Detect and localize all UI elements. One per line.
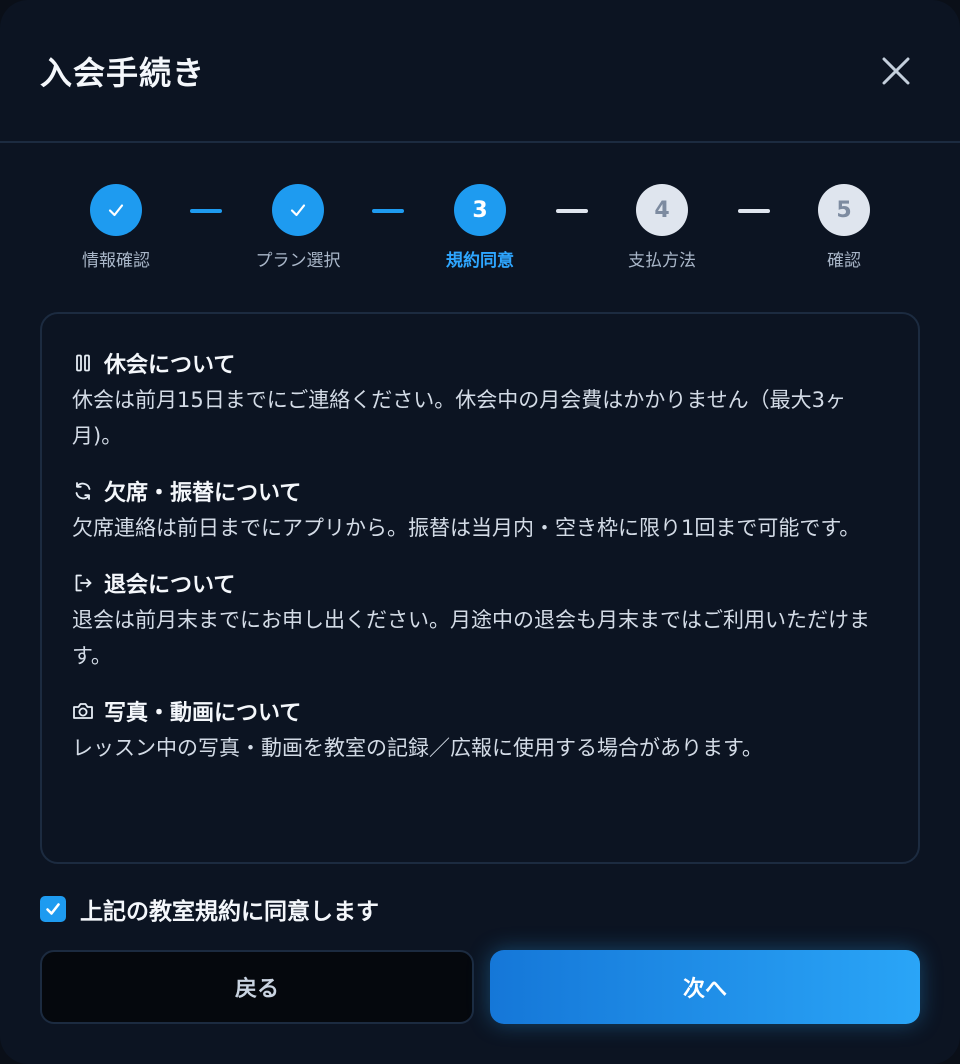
terms-section-photos: 写真・動画について レッスン中の写真・動画を教室の記録／広報に使用する場合があり… [72,694,890,766]
refresh-icon [72,480,94,502]
step-5-number: 5 [818,184,870,236]
agree-checkbox[interactable] [40,896,66,922]
step-2-label: プラン選択 [255,251,341,271]
step-2: プラン選択 [228,184,368,271]
next-button[interactable]: 次へ [490,950,920,1024]
step-3-label: 規約同意 [446,251,514,271]
section-body: 休会は前月15日までにご連絡ください。休会中の月会費はかかりません（最大3ヶ月)… [72,388,847,448]
step-1-check-icon [90,184,142,236]
terms-panel[interactable]: 休会について 休会は前月15日までにご連絡ください。休会中の月会費はかかりません… [40,312,920,864]
terms-section-withdrawal: 退会について 退会は前月末までにお申し出ください。月途中の退会も月末まではご利用… [72,566,890,674]
section-body: レッスン中の写真・動画を教室の記録／広報に使用する場合があります。 [72,736,763,760]
agree-label: 上記の教室規約に同意します [80,899,379,925]
step-connector [372,209,404,213]
close-button[interactable] [876,51,916,91]
section-title: 写真・動画について [104,701,302,726]
step-connector [556,209,588,213]
close-icon [882,57,910,84]
step-3-number: 3 [454,184,506,236]
step-5: 5 確認 [774,184,914,271]
section-body: 退会は前月末までにお申し出ください。月途中の退会も月末まではご利用いただけます。 [72,608,870,668]
enrollment-dialog: 入会手続き 情報確認 プラン選択 3 規約同意 4 支払方法 5 確認 休会につ… [0,0,960,1064]
logout-icon [72,572,94,594]
section-title: 休会について [104,353,236,378]
section-title: 退会について [104,573,236,598]
agree-checkbox-row[interactable]: 上記の教室規約に同意します [40,892,379,926]
step-indicator: 情報確認 プラン選択 3 規約同意 4 支払方法 5 確認 [0,184,960,274]
step-1-label: 情報確認 [82,251,150,271]
dialog-header: 入会手続き [0,0,960,143]
section-title: 欠席・振替について [104,481,302,506]
terms-section-absence: 欠席・振替について 欠席連絡は前日までにアプリから。振替は当月内・空き枠に限り1… [72,474,890,546]
pause-icon [72,352,94,374]
terms-section-suspension: 休会について 休会は前月15日までにご連絡ください。休会中の月会費はかかりません… [72,346,890,454]
camera-icon [72,700,94,722]
dialog-title: 入会手続き [40,53,206,92]
step-4-number: 4 [636,184,688,236]
step-4-label: 支払方法 [628,251,696,271]
step-3: 3 規約同意 [410,184,550,271]
check-icon [46,903,60,915]
step-4: 4 支払方法 [592,184,732,271]
step-connector [190,209,222,213]
step-2-check-icon [272,184,324,236]
back-button[interactable]: 戻る [40,950,474,1024]
step-connector [738,209,770,213]
section-body: 欠席連絡は前日までにアプリから。振替は当月内・空き枠に限り1回まで可能です。 [72,516,861,540]
step-1: 情報確認 [46,184,186,271]
step-5-label: 確認 [827,251,861,271]
